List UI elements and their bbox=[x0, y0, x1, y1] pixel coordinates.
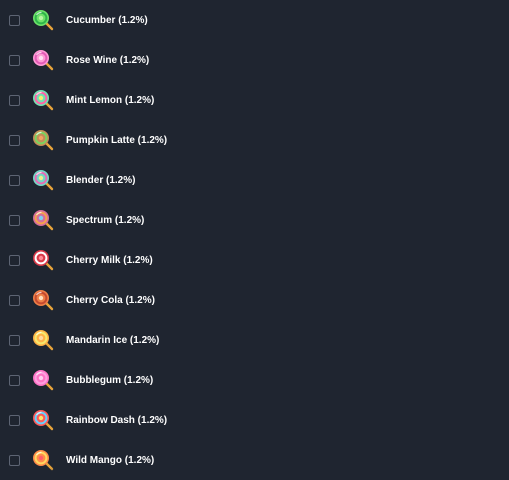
list-item[interactable]: Spectrum (1.2%) bbox=[0, 200, 509, 240]
blender-lollipop-icon bbox=[33, 170, 54, 191]
item-checkbox[interactable] bbox=[9, 214, 20, 226]
item-checkbox[interactable] bbox=[9, 414, 20, 426]
item-checkbox[interactable] bbox=[9, 254, 20, 266]
lollipop-center bbox=[38, 55, 44, 61]
list-item[interactable]: Cherry Milk (1.2%) bbox=[0, 240, 509, 280]
item-checkbox[interactable] bbox=[9, 134, 20, 146]
item-label: Cherry Cola (1.2%) bbox=[66, 294, 155, 306]
lollipop-center bbox=[38, 95, 44, 101]
rose-wine-lollipop-icon bbox=[33, 50, 54, 71]
item-checkbox[interactable] bbox=[9, 294, 20, 306]
lollipop-center bbox=[38, 295, 44, 301]
cherry-milk-lollipop-icon bbox=[33, 250, 54, 271]
wild-mango-lollipop-icon bbox=[33, 450, 54, 471]
item-checkbox[interactable] bbox=[9, 374, 20, 386]
list-item[interactable]: Wild Mango (1.2%) bbox=[0, 440, 509, 480]
item-label: Blender (1.2%) bbox=[66, 174, 136, 186]
lollipop-center bbox=[38, 15, 44, 21]
lollipop-center bbox=[38, 255, 44, 261]
bubblegum-lollipop-icon bbox=[33, 370, 54, 391]
list-item[interactable]: Bubblegum (1.2%) bbox=[0, 360, 509, 400]
lollipop-center bbox=[38, 455, 44, 461]
list-item[interactable]: Cherry Cola (1.2%) bbox=[0, 280, 509, 320]
item-label: Rainbow Dash (1.2%) bbox=[66, 414, 168, 426]
lollipop-center bbox=[38, 415, 44, 421]
item-list: Cucumber (1.2%) Rose Wine (1.2%) Mint Le… bbox=[0, 0, 509, 476]
cucumber-lollipop-icon bbox=[33, 10, 54, 31]
item-checkbox[interactable] bbox=[9, 454, 20, 466]
item-checkbox[interactable] bbox=[9, 174, 20, 186]
item-label: Rose Wine (1.2%) bbox=[66, 54, 150, 66]
list-item[interactable]: Mint Lemon (1.2%) bbox=[0, 80, 509, 120]
lollipop-center bbox=[38, 175, 44, 181]
cherry-cola-lollipop-icon bbox=[33, 290, 54, 311]
mandarin-ice-lollipop-icon bbox=[33, 330, 54, 351]
lollipop-center bbox=[38, 215, 44, 221]
item-label: Spectrum (1.2%) bbox=[66, 214, 145, 226]
item-checkbox[interactable] bbox=[9, 54, 20, 66]
list-item[interactable]: Pumpkin Latte (1.2%) bbox=[0, 120, 509, 160]
list-item[interactable]: Blender (1.2%) bbox=[0, 160, 509, 200]
item-checkbox[interactable] bbox=[9, 14, 20, 26]
list-item[interactable]: Cucumber (1.2%) bbox=[0, 0, 509, 40]
spectrum-lollipop-icon bbox=[33, 210, 54, 231]
lollipop-center bbox=[38, 335, 44, 341]
lollipop-center bbox=[38, 375, 44, 381]
item-label: Cherry Milk (1.2%) bbox=[66, 254, 153, 266]
rainbow-dash-lollipop-icon bbox=[33, 410, 54, 431]
item-label: Mandarin Ice (1.2%) bbox=[66, 334, 160, 346]
item-label: Bubblegum (1.2%) bbox=[66, 374, 154, 386]
list-item[interactable]: Mandarin Ice (1.2%) bbox=[0, 320, 509, 360]
mint-lemon-lollipop-icon bbox=[33, 90, 54, 111]
list-item[interactable]: Rainbow Dash (1.2%) bbox=[0, 400, 509, 440]
item-label: Wild Mango (1.2%) bbox=[66, 454, 155, 466]
list-item[interactable]: Rose Wine (1.2%) bbox=[0, 40, 509, 80]
item-label: Pumpkin Latte (1.2%) bbox=[66, 134, 168, 146]
item-checkbox[interactable] bbox=[9, 334, 20, 346]
pumpkin-latte-lollipop-icon bbox=[33, 130, 54, 151]
item-label: Cucumber (1.2%) bbox=[66, 14, 148, 26]
item-label: Mint Lemon (1.2%) bbox=[66, 94, 155, 106]
item-checkbox[interactable] bbox=[9, 94, 20, 106]
lollipop-center bbox=[38, 135, 44, 141]
